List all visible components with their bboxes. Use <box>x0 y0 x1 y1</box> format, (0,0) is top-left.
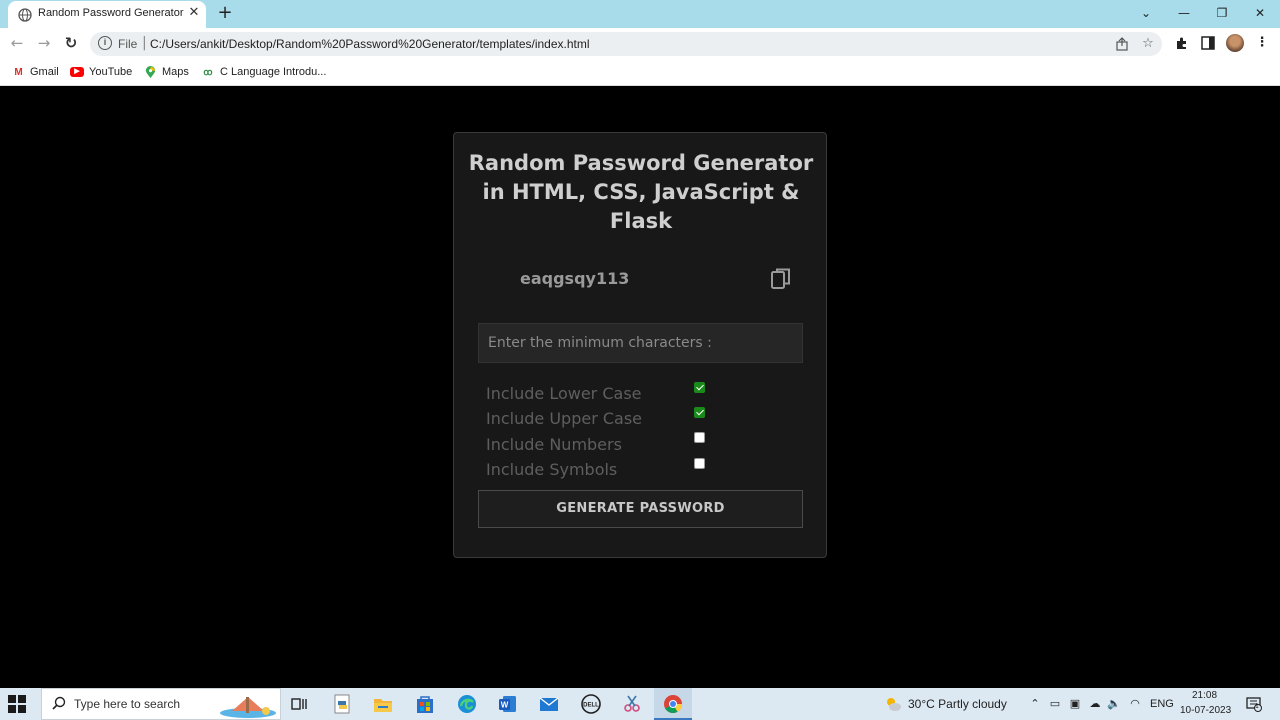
onedrive-icon[interactable]: ☁ <box>1088 697 1102 711</box>
address-bar[interactable]: i File | C:/Users/ankit/Desktop/Random%2… <box>90 32 1162 56</box>
app-title: Random Password Generator in HTML, CSS, … <box>468 151 814 233</box>
gmail-icon: M <box>14 66 23 78</box>
address-separator: | <box>142 35 147 51</box>
bookmark-maps[interactable]: Maps <box>144 64 189 80</box>
gfg-icon: ꝏ <box>203 66 213 77</box>
windows-taskbar: Type here to search W DELL 30°C Partly c… <box>0 688 1280 720</box>
bookmark-youtube[interactable]: ▶ YouTube <box>70 64 132 80</box>
forward-button[interactable]: → <box>35 34 53 52</box>
bookmark-c-language[interactable]: ꝏ C Language Introdu... <box>201 64 326 80</box>
bookmark-label: Gmail <box>30 66 59 78</box>
clock-date[interactable]: 10-07-2023 <box>1180 705 1231 716</box>
svg-text:DELL: DELL <box>583 703 599 709</box>
taskbar-search[interactable]: Type here to search <box>41 688 281 720</box>
window-close-button[interactable]: ✕ <box>1250 4 1270 22</box>
side-panel-icon[interactable] <box>1200 35 1216 51</box>
tab-search-chevron-icon[interactable]: ⌄ <box>1136 4 1156 22</box>
bookmark-label: C Language Introdu... <box>220 66 327 78</box>
lower-case-checkbox[interactable] <box>694 382 705 393</box>
search-highlight-illustration <box>220 697 276 718</box>
option-symbols-label: Include Symbols <box>486 460 618 479</box>
bookmark-gmail[interactable]: M Gmail <box>12 64 59 80</box>
minimize-button[interactable]: — <box>1174 4 1194 22</box>
extensions-icon[interactable] <box>1174 35 1190 51</box>
maps-icon <box>145 65 156 78</box>
dell-icon[interactable]: DELL <box>580 693 602 715</box>
bookmark-label: Maps <box>162 66 189 78</box>
password-generator-card: Random Password Generator in HTML, CSS, … <box>453 132 827 558</box>
scheme-label: File <box>118 37 138 51</box>
snipping-tool-icon[interactable] <box>621 693 643 715</box>
meet-now-icon[interactable]: ▣ <box>1068 697 1082 711</box>
upper-case-checkbox[interactable] <box>694 407 705 418</box>
tab-close-icon[interactable]: ✕ <box>186 5 202 21</box>
bookmark-star-icon[interactable]: ☆ <box>1140 36 1156 52</box>
chrome-taskbar-active[interactable] <box>654 688 692 720</box>
windows-start-icon[interactable] <box>8 695 26 713</box>
back-button[interactable]: ← <box>8 34 26 52</box>
svg-text:W: W <box>501 701 509 710</box>
browser-titlebar: Random Password Generator ✕ + ⌄ — ❐ ✕ <box>0 0 1280 28</box>
volume-icon[interactable]: 🔈 <box>1107 697 1121 711</box>
language-indicator[interactable]: ENG <box>1150 698 1174 710</box>
task-view-icon[interactable] <box>288 693 310 715</box>
file-explorer-icon[interactable] <box>372 693 394 715</box>
generate-password-button[interactable]: GENERATE PASSWORD <box>478 490 803 528</box>
edge-icon[interactable] <box>456 693 478 715</box>
mail-icon[interactable] <box>538 693 560 715</box>
chrome-icon <box>664 695 682 714</box>
option-lower-label: Include Lower Case <box>486 384 642 403</box>
weather-partly-cloudy-icon[interactable] <box>884 695 902 713</box>
microsoft-store-icon[interactable] <box>414 693 436 715</box>
battery-icon[interactable]: ▭ <box>1048 697 1062 711</box>
profile-avatar[interactable] <box>1226 34 1244 52</box>
reload-button[interactable]: ↻ <box>62 34 80 52</box>
generated-password: eaqgsqy113 <box>520 269 630 288</box>
notification-icon[interactable] <box>1246 696 1262 712</box>
browser-toolbar: ← → ↻ i File | C:/Users/ankit/Desktop/Ra… <box>0 28 1280 58</box>
chevron-up-icon[interactable]: ⌃ <box>1028 697 1042 711</box>
new-tab-button[interactable]: + <box>216 4 234 22</box>
url-text[interactable]: C:/Users/ankit/Desktop/Random%20Password… <box>150 37 590 51</box>
word-icon[interactable]: W <box>497 693 519 715</box>
option-numbers-label: Include Numbers <box>486 435 622 454</box>
symbols-checkbox[interactable] <box>694 458 705 469</box>
clock-time[interactable]: 21:08 <box>1192 690 1217 701</box>
youtube-icon: ▶ <box>70 67 84 77</box>
weather-text[interactable]: 30°C Partly cloudy <box>908 697 1007 711</box>
numbers-checkbox[interactable] <box>694 432 705 443</box>
wifi-icon[interactable]: ◠ <box>1128 697 1142 711</box>
share-icon[interactable] <box>1114 36 1130 52</box>
copy-icon[interactable] <box>770 267 792 291</box>
restore-button[interactable]: ❐ <box>1212 4 1232 22</box>
info-icon[interactable]: i <box>98 36 112 50</box>
search-icon <box>52 696 66 710</box>
browser-tab[interactable]: Random Password Generator ✕ <box>8 1 206 28</box>
notification-count: 1 <box>1255 703 1259 710</box>
menu-kebab-icon[interactable]: ⋮ <box>1254 35 1270 51</box>
bookmark-label: YouTube <box>89 66 133 78</box>
min-characters-input[interactable] <box>478 323 803 363</box>
python-file-icon[interactable] <box>331 693 353 715</box>
search-placeholder: Type here to search <box>74 697 181 711</box>
globe-icon <box>18 8 32 22</box>
bookmarks-bar: M Gmail ▶ YouTube Maps ꝏ C Language Intr… <box>0 58 1280 86</box>
tab-title: Random Password Generator <box>38 7 184 19</box>
option-upper-label: Include Upper Case <box>486 409 643 428</box>
page-content: Random Password Generator in HTML, CSS, … <box>0 86 1280 688</box>
